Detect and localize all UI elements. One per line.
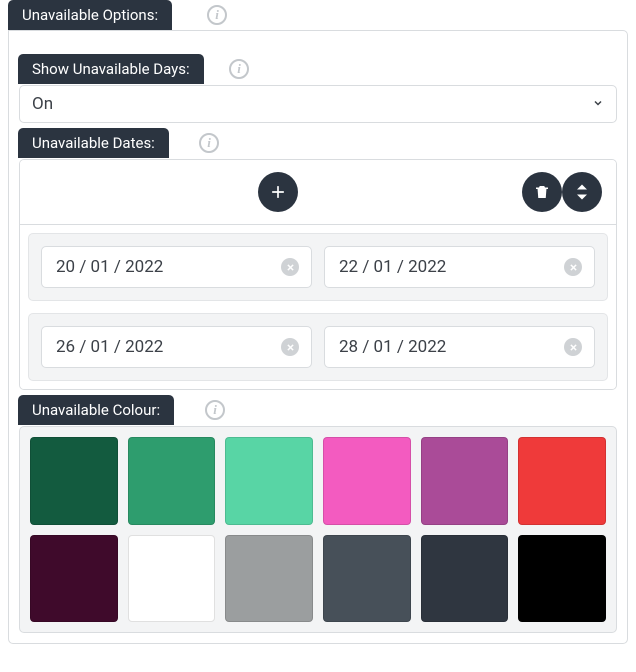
show-unavailable-days-section: Show Unavailable Days: i On bbox=[19, 85, 617, 123]
sort-icon bbox=[572, 182, 592, 202]
colour-swatch[interactable] bbox=[518, 437, 606, 525]
unavailable-colour-tab: Unavailable Colour: bbox=[18, 395, 174, 425]
date-to-value: 28 / 01 / 2022 bbox=[339, 337, 446, 357]
unavailable-options-panel: Unavailable Options: i Show Unavailable … bbox=[8, 30, 628, 644]
unavailable-options-label: Unavailable Options: bbox=[22, 6, 158, 24]
clear-icon[interactable] bbox=[281, 338, 299, 356]
delete-dates-button[interactable] bbox=[522, 172, 562, 212]
date-from-value: 26 / 01 / 2022 bbox=[56, 337, 163, 357]
colour-swatch[interactable] bbox=[518, 535, 606, 623]
date-rows-container: 20 / 01 / 2022 22 / 01 / 2022 2 bbox=[20, 224, 616, 389]
unavailable-dates-label: Unavailable Dates: bbox=[32, 134, 155, 152]
clear-icon[interactable] bbox=[281, 258, 299, 276]
info-icon[interactable]: i bbox=[205, 400, 225, 420]
trash-icon bbox=[533, 183, 551, 201]
info-icon[interactable]: i bbox=[199, 133, 219, 153]
colour-swatch[interactable] bbox=[128, 437, 216, 525]
show-unavailable-days-select[interactable]: On bbox=[19, 85, 617, 123]
show-unavailable-days-value: On bbox=[32, 94, 53, 114]
info-icon[interactable]: i bbox=[207, 5, 227, 25]
plus-icon bbox=[268, 182, 288, 202]
colour-swatch[interactable] bbox=[421, 437, 509, 525]
add-date-button[interactable] bbox=[258, 172, 298, 212]
date-from-input[interactable]: 26 / 01 / 2022 bbox=[41, 326, 312, 368]
colour-swatch[interactable] bbox=[225, 437, 313, 525]
colour-swatch[interactable] bbox=[30, 437, 118, 525]
date-to-input[interactable]: 28 / 01 / 2022 bbox=[324, 326, 595, 368]
date-from-value: 20 / 01 / 2022 bbox=[56, 257, 163, 277]
date-from-input[interactable]: 20 / 01 / 2022 bbox=[41, 246, 312, 288]
colour-swatch[interactable] bbox=[30, 535, 118, 623]
dates-toolbar bbox=[20, 160, 616, 224]
chevron-down-icon bbox=[592, 94, 604, 114]
date-row: 26 / 01 / 2022 28 / 01 / 2022 bbox=[28, 313, 608, 381]
show-unavailable-days-label: Show Unavailable Days: bbox=[32, 60, 190, 78]
date-to-value: 22 / 01 / 2022 bbox=[339, 257, 446, 277]
unavailable-colour-label: Unavailable Colour: bbox=[32, 401, 160, 419]
sort-dates-button[interactable] bbox=[562, 172, 602, 212]
colour-swatch[interactable] bbox=[323, 437, 411, 525]
colour-swatch[interactable] bbox=[128, 535, 216, 623]
clear-icon[interactable] bbox=[564, 258, 582, 276]
unavailable-dates-tab: Unavailable Dates: bbox=[18, 128, 169, 158]
unavailable-colour-section: Unavailable Colour: i bbox=[19, 426, 617, 633]
colour-swatch[interactable] bbox=[421, 535, 509, 623]
colour-swatch[interactable] bbox=[225, 535, 313, 623]
date-row: 20 / 01 / 2022 22 / 01 / 2022 bbox=[28, 233, 608, 301]
colour-swatch[interactable] bbox=[323, 535, 411, 623]
show-unavailable-days-tab: Show Unavailable Days: bbox=[18, 54, 204, 84]
unavailable-dates-section: Unavailable Dates: i bbox=[19, 159, 617, 390]
colour-panel bbox=[19, 426, 617, 633]
clear-icon[interactable] bbox=[564, 338, 582, 356]
date-to-input[interactable]: 22 / 01 / 2022 bbox=[324, 246, 595, 288]
unavailable-dates-panel: 20 / 01 / 2022 22 / 01 / 2022 2 bbox=[19, 159, 617, 390]
unavailable-options-tab: Unavailable Options: bbox=[8, 0, 172, 30]
info-icon[interactable]: i bbox=[229, 59, 249, 79]
swatch-grid bbox=[30, 437, 606, 622]
